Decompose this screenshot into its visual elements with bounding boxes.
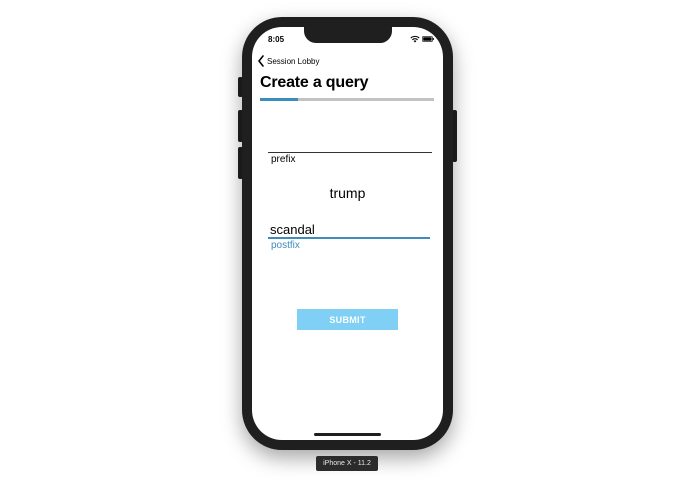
simulator-stage: 8:05 Session Lobby Create a query prefix… [0,0,695,494]
postfix-label: postfix [271,240,300,251]
wifi-icon [410,35,420,43]
back-button-label: Session Lobby [267,56,320,66]
progress-bar-fill [260,98,299,101]
submit-button[interactable]: SUBMIT [297,309,398,330]
device-screen: 8:05 Session Lobby Create a query prefix… [252,27,443,440]
prefix-label: prefix [271,154,296,165]
status-time: 8:05 [268,35,285,44]
prefix-input[interactable] [268,140,432,153]
notch [304,27,392,43]
page-title: Create a query [260,74,369,91]
postfix-input[interactable] [268,222,430,239]
chevron-left-icon [258,55,264,67]
home-indicator[interactable] [314,433,381,436]
query-term: trump [329,185,366,201]
progress-bar [260,98,434,101]
device-label: iPhone X - 11.2 [316,456,378,471]
back-button[interactable]: Session Lobby [257,55,319,67]
battery-icon [422,36,434,42]
